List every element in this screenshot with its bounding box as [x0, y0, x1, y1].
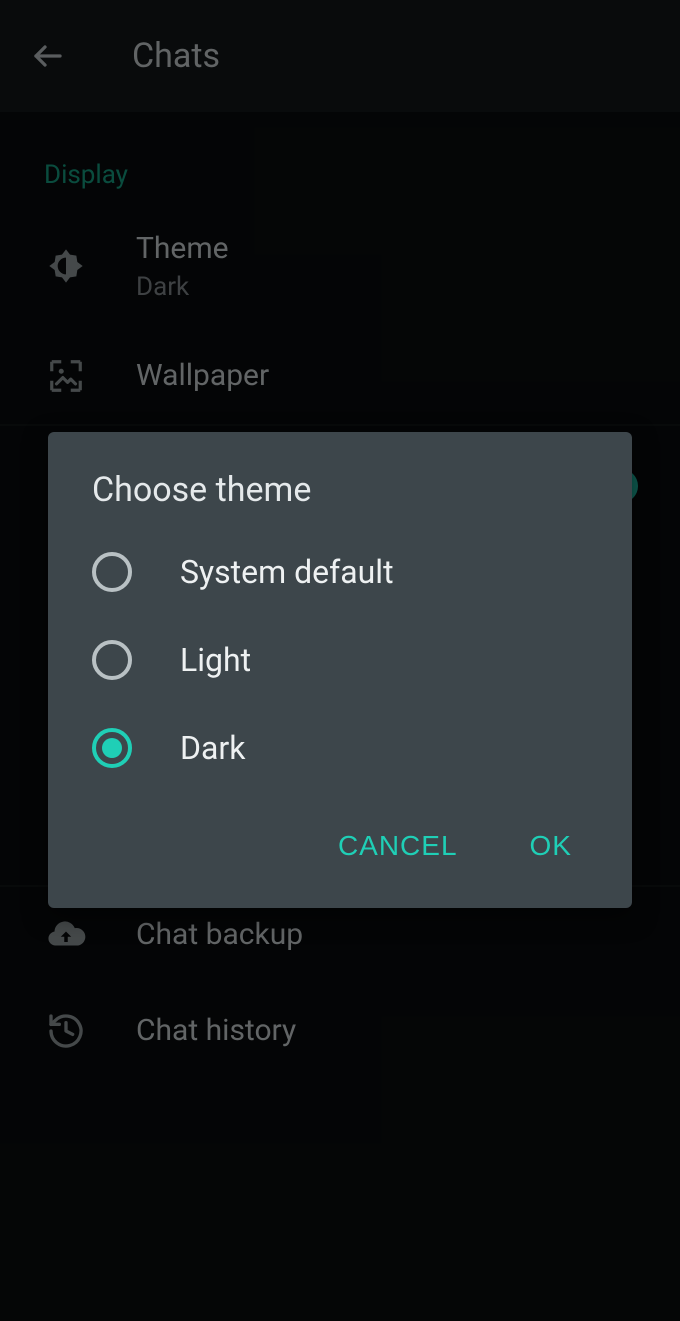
radio-option-dark[interactable]: Dark [48, 704, 632, 792]
ok-button[interactable]: OK [518, 822, 584, 870]
theme-dialog: Choose theme System default Light Dark C… [48, 432, 632, 908]
radio-icon-checked [92, 728, 132, 768]
radio-option-system-default[interactable]: System default [48, 528, 632, 616]
radio-label-system: System default [180, 553, 394, 591]
radio-option-light[interactable]: Light [48, 616, 632, 704]
dialog-title: Choose theme [48, 470, 632, 528]
radio-label-dark: Dark [180, 729, 245, 767]
cancel-button[interactable]: CANCEL [326, 822, 470, 870]
radio-icon [92, 640, 132, 680]
radio-icon [92, 552, 132, 592]
dialog-actions: CANCEL OK [48, 792, 632, 888]
radio-label-light: Light [180, 641, 251, 679]
